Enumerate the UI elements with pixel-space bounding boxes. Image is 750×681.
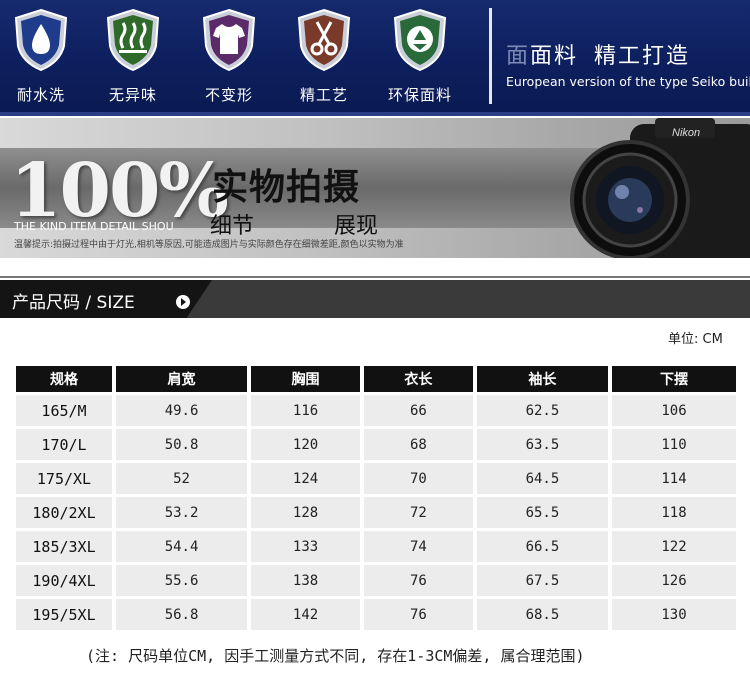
slogan-chinese: 面面料 精工打造 [506, 38, 690, 70]
feature-label: 环保面料 [387, 86, 452, 104]
size-header-bar: 产品尺码 / SIZE [0, 280, 750, 318]
photo-warm-tip: 温馨提示:拍摄过程中由于灯光,相机等原因,可能造成图片与实际颜色存在细微差距,颜… [14, 240, 404, 250]
photo-detail-2: 展现 [334, 214, 379, 239]
slogan-english: European version of the type Seiko build [506, 74, 750, 89]
feature-banner: 耐水洗 无异味 不变形 精工艺 环保面料 面面料 精工打造 European v… [0, 0, 750, 116]
cell-shoulder: 56.8 [116, 599, 248, 630]
camera-icon: Nikon [560, 118, 750, 258]
slogan-faded-char: 面 [506, 44, 531, 69]
feature-eco-fabric: 环保面料 [380, 8, 460, 105]
table-row: 190/4XL 55.6 138 76 67.5 126 [16, 565, 736, 596]
cell-hem: 118 [612, 497, 736, 528]
photo-title: 实物拍摄 [212, 167, 361, 208]
cell-hem: 122 [612, 531, 736, 562]
camera-brand: Nikon [672, 127, 700, 139]
feature-no-odor: 无异味 [100, 8, 166, 105]
table-header-row: 规格 肩宽 胸围 衣长 袖长 下摆 [16, 366, 736, 392]
feature-label: 精工艺 [299, 86, 348, 104]
cell-hem: 130 [612, 599, 736, 630]
cell-size: 185/3XL [16, 531, 112, 562]
cell-chest: 128 [251, 497, 360, 528]
cell-hem: 126 [612, 565, 736, 596]
banner-stripe [0, 112, 750, 116]
cell-size: 165/M [16, 395, 112, 426]
table-row: 165/M 49.6 116 66 62.5 106 [16, 395, 736, 426]
feature-fine-craft: 精工艺 [291, 8, 357, 105]
cell-size: 195/5XL [16, 599, 112, 630]
cell-length: 66 [363, 395, 473, 426]
cell-chest: 124 [251, 463, 360, 494]
photo-detail-1: 细节 [210, 214, 255, 239]
table-row: 180/2XL 53.2 128 72 65.5 118 [16, 497, 736, 528]
cell-chest: 133 [251, 531, 360, 562]
size-table: 规格 肩宽 胸围 衣长 袖长 下摆 165/M 49.6 116 66 62.5… [12, 363, 740, 633]
cell-sleeve: 66.5 [476, 531, 608, 562]
cell-shoulder: 52 [116, 463, 248, 494]
slogan-part-1: 面料 [530, 44, 579, 69]
cell-hem: 110 [612, 429, 736, 460]
cell-size: 175/XL [16, 463, 112, 494]
table-row: 170/L 50.8 120 68 63.5 110 [16, 429, 736, 460]
feature-no-deform: 不变形 [196, 8, 262, 105]
feature-label: 不变形 [204, 86, 253, 104]
scissors-icon [295, 8, 353, 72]
cell-chest: 116 [251, 395, 360, 426]
header-hem: 下摆 [612, 366, 736, 392]
cell-chest: 120 [251, 429, 360, 460]
arrow-right-icon [176, 295, 190, 309]
cell-length: 76 [363, 565, 473, 596]
table-row: 185/3XL 54.4 133 74 66.5 122 [16, 531, 736, 562]
cell-size: 180/2XL [16, 497, 112, 528]
banner-divider [489, 8, 492, 104]
cell-sleeve: 62.5 [476, 395, 608, 426]
cell-length: 74 [363, 531, 473, 562]
water-drop-icon [12, 8, 70, 72]
steam-icon [104, 8, 162, 72]
feature-label: 无异味 [108, 86, 157, 104]
unit-label: 单位: CM [668, 332, 723, 347]
cell-hem: 106 [612, 395, 736, 426]
header-size: 规格 [16, 366, 112, 392]
cell-shoulder: 50.8 [116, 429, 248, 460]
cell-sleeve: 67.5 [476, 565, 608, 596]
cell-size: 190/4XL [16, 565, 112, 596]
cell-sleeve: 63.5 [476, 429, 608, 460]
photo-banner: 100% 实物拍摄 THE KIND ITEM DETAIL SHOU 细节 展… [0, 118, 750, 258]
tshirt-icon [200, 8, 258, 72]
size-bar-rule [0, 276, 750, 278]
header-length: 衣长 [363, 366, 473, 392]
cell-hem: 114 [612, 463, 736, 494]
header-shoulder: 肩宽 [116, 366, 248, 392]
cell-sleeve: 68.5 [476, 599, 608, 630]
cell-size: 170/L [16, 429, 112, 460]
cell-shoulder: 49.6 [116, 395, 248, 426]
cell-shoulder: 53.2 [116, 497, 248, 528]
feature-label: 耐水洗 [16, 86, 65, 104]
size-section-title: 产品尺码 / SIZE [12, 293, 135, 313]
cell-chest: 138 [251, 565, 360, 596]
cell-length: 76 [363, 599, 473, 630]
header-sleeve: 袖长 [476, 366, 608, 392]
cell-length: 72 [363, 497, 473, 528]
cell-chest: 142 [251, 599, 360, 630]
table-row: 195/5XL 56.8 142 76 68.5 130 [16, 599, 736, 630]
cell-length: 68 [363, 429, 473, 460]
cell-sleeve: 65.5 [476, 497, 608, 528]
cell-length: 70 [363, 463, 473, 494]
cell-sleeve: 64.5 [476, 463, 608, 494]
slogan-part-2: 精工打造 [594, 44, 691, 69]
photo-subtitle-en: THE KIND ITEM DETAIL SHOU [14, 220, 174, 233]
header-chest: 胸围 [251, 366, 360, 392]
cell-shoulder: 54.4 [116, 531, 248, 562]
cell-shoulder: 55.6 [116, 565, 248, 596]
feature-wash-resistant: 耐水洗 [8, 8, 74, 105]
table-row: 175/XL 52 124 70 64.5 114 [16, 463, 736, 494]
recycle-icon [391, 8, 449, 72]
measurement-note: (注: 尺码单位CM, 因手工测量方式不同, 存在1-3CM偏差, 属合理范围) [86, 647, 585, 665]
